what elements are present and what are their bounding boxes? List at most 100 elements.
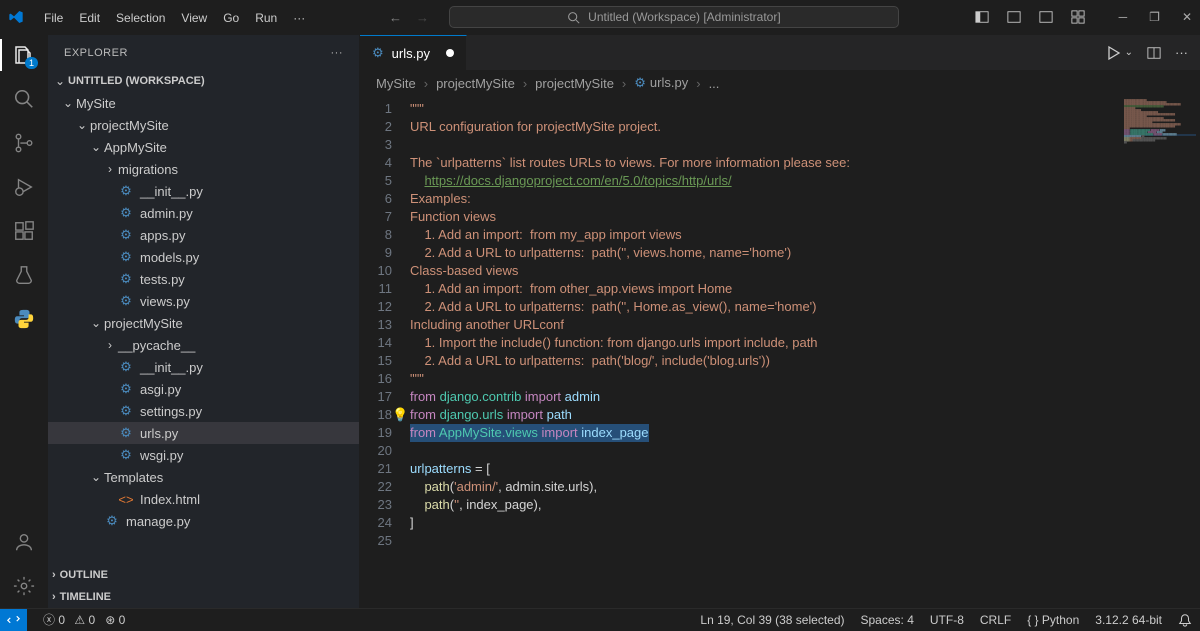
code-line-9[interactable]: 2. Add a URL to urlpatterns: path('', vi… bbox=[410, 244, 1200, 262]
explorer-badge: 1 bbox=[25, 57, 38, 69]
code-line-2[interactable]: URL configuration for projectMySite proj… bbox=[410, 118, 1200, 136]
code-line-12[interactable]: 2. Add a URL to urlpatterns: path('', Ho… bbox=[410, 298, 1200, 316]
code-line-18[interactable]: 💡from django.urls import path bbox=[410, 406, 1200, 424]
code-line-11[interactable]: 1. Add an import: from other_app.views i… bbox=[410, 280, 1200, 298]
breadcrumb-item[interactable]: projectMySite bbox=[535, 76, 614, 91]
code-line-10[interactable]: Class-based views bbox=[410, 262, 1200, 280]
menu-edit[interactable]: Edit bbox=[71, 7, 108, 29]
menu-selection[interactable]: Selection bbox=[108, 7, 173, 29]
notifications-icon[interactable] bbox=[1178, 613, 1192, 627]
layout-panel-bottom-icon[interactable] bbox=[1007, 10, 1021, 24]
tree-item-index-html[interactable]: <>Index.html bbox=[48, 488, 359, 510]
code-line-5[interactable]: https://docs.djangoproject.com/en/5.0/to… bbox=[410, 172, 1200, 190]
menu-view[interactable]: View bbox=[173, 7, 215, 29]
layout-panel-left-icon[interactable] bbox=[975, 10, 989, 24]
explorer-icon[interactable]: 1 bbox=[12, 43, 36, 67]
tree-item-models-py[interactable]: ⚙models.py bbox=[48, 246, 359, 268]
tree-item-admin-py[interactable]: ⚙admin.py bbox=[48, 202, 359, 224]
code-line-15[interactable]: 2. Add a URL to urlpatterns: path('blog/… bbox=[410, 352, 1200, 370]
nav-forward-icon[interactable]: → bbox=[416, 10, 429, 25]
search-sidebar-icon[interactable] bbox=[12, 87, 36, 111]
remote-indicator[interactable] bbox=[0, 609, 27, 631]
code-line-21[interactable]: urlpatterns = [ bbox=[410, 460, 1200, 478]
code-content[interactable]: """URL configuration for projectMySite p… bbox=[410, 96, 1200, 608]
command-center[interactable]: Untitled (Workspace) [Administrator] bbox=[449, 6, 899, 28]
menu-run[interactable]: Run bbox=[247, 7, 285, 29]
code-line-3[interactable] bbox=[410, 136, 1200, 154]
menu-···[interactable]: ··· bbox=[285, 7, 313, 29]
tree-item-settings-py[interactable]: ⚙settings.py bbox=[48, 400, 359, 422]
breadcrumb-item[interactable]: MySite bbox=[376, 76, 416, 91]
window-minimize-icon[interactable]: ─ bbox=[1119, 10, 1128, 24]
tree-item-tests-py[interactable]: ⚙tests.py bbox=[48, 268, 359, 290]
run-debug-icon[interactable] bbox=[12, 175, 36, 199]
encoding[interactable]: UTF-8 bbox=[930, 613, 964, 627]
code-line-14[interactable]: 1. Import the include() function: from d… bbox=[410, 334, 1200, 352]
source-control-icon[interactable] bbox=[12, 131, 36, 155]
editor-more-icon[interactable]: ··· bbox=[1175, 45, 1188, 60]
indentation[interactable]: Spaces: 4 bbox=[861, 613, 914, 627]
tree-item-views-py[interactable]: ⚙views.py bbox=[48, 290, 359, 312]
problems-indicator[interactable]: ⓧ 0 ⚠ 0 bbox=[43, 611, 95, 628]
menu-file[interactable]: File bbox=[36, 7, 71, 29]
timeline-section[interactable]: ›TIMELINE bbox=[48, 586, 359, 608]
code-line-16[interactable]: """ bbox=[410, 370, 1200, 388]
code-line-20[interactable] bbox=[410, 442, 1200, 460]
tree-item---init---py[interactable]: ⚙__init__.py bbox=[48, 356, 359, 378]
tree-item-wsgi-py[interactable]: ⚙wsgi.py bbox=[48, 444, 359, 466]
minimap[interactable]: ████████████████████████████████████████… bbox=[1120, 96, 1200, 608]
sidebar-more-icon[interactable]: ··· bbox=[331, 47, 344, 59]
code-line-25[interactable] bbox=[410, 532, 1200, 550]
eol[interactable]: CRLF bbox=[980, 613, 1011, 627]
tree-item-templates[interactable]: ⌄Templates bbox=[48, 466, 359, 488]
tree-item-appmysite[interactable]: ⌄AppMySite bbox=[48, 136, 359, 158]
code-line-22[interactable]: path('admin/', admin.site.urls), bbox=[410, 478, 1200, 496]
tree-item---init---py[interactable]: ⚙__init__.py bbox=[48, 180, 359, 202]
code-line-7[interactable]: Function views bbox=[410, 208, 1200, 226]
breadcrumbs[interactable]: MySite›projectMySite›projectMySite›⚙urls… bbox=[360, 70, 1200, 96]
accounts-icon[interactable] bbox=[12, 530, 36, 554]
code-line-17[interactable]: from django.contrib import admin bbox=[410, 388, 1200, 406]
window-close-icon[interactable]: ✕ bbox=[1182, 10, 1192, 24]
settings-gear-icon[interactable] bbox=[12, 574, 36, 598]
ports-indicator[interactable]: ⊛ 0 bbox=[105, 613, 125, 627]
code-line-24[interactable]: ] bbox=[410, 514, 1200, 532]
tree-item-projectmysite[interactable]: ⌄projectMySite bbox=[48, 114, 359, 136]
code-line-13[interactable]: Including another URLconf bbox=[410, 316, 1200, 334]
breadcrumb-item[interactable]: ⚙urls.py bbox=[634, 75, 688, 91]
tab-urls-py[interactable]: ⚙ urls.py bbox=[360, 35, 467, 70]
code-line-1[interactable]: """ bbox=[410, 100, 1200, 118]
testing-icon[interactable] bbox=[12, 263, 36, 287]
breadcrumb-item[interactable]: projectMySite bbox=[436, 76, 515, 91]
customize-layout-icon[interactable] bbox=[1071, 10, 1085, 24]
tree-item-projectmysite[interactable]: ⌄projectMySite bbox=[48, 312, 359, 334]
language-mode[interactable]: { } Python bbox=[1027, 613, 1079, 627]
extensions-icon[interactable] bbox=[12, 219, 36, 243]
run-dropdown-icon[interactable]: ⌄ bbox=[1125, 47, 1133, 58]
tree-item-urls-py[interactable]: ⚙urls.py bbox=[48, 422, 359, 444]
run-file-icon[interactable] bbox=[1105, 45, 1121, 61]
split-editor-icon[interactable] bbox=[1147, 46, 1161, 60]
code-line-19[interactable]: from AppMySite.views import index_page bbox=[410, 424, 1200, 442]
code-line-8[interactable]: 1. Add an import: from my_app import vie… bbox=[410, 226, 1200, 244]
nav-back-icon[interactable]: ← bbox=[389, 10, 402, 25]
outline-section[interactable]: ›OUTLINE bbox=[48, 564, 359, 586]
workspace-root[interactable]: ⌄ UNTITLED (WORKSPACE) bbox=[48, 70, 359, 92]
tree-item-apps-py[interactable]: ⚙apps.py bbox=[48, 224, 359, 246]
python-env-icon[interactable] bbox=[12, 307, 36, 331]
window-maximize-icon[interactable]: ❐ bbox=[1149, 10, 1160, 24]
code-line-23[interactable]: path('', index_page), bbox=[410, 496, 1200, 514]
layout-panel-right-icon[interactable] bbox=[1039, 10, 1053, 24]
python-interpreter[interactable]: 3.12.2 64-bit bbox=[1095, 613, 1162, 627]
tree-item-manage-py[interactable]: ⚙manage.py bbox=[48, 510, 359, 532]
breadcrumb-item[interactable]: ... bbox=[709, 76, 720, 91]
tree-item-asgi-py[interactable]: ⚙asgi.py bbox=[48, 378, 359, 400]
cursor-position[interactable]: Ln 19, Col 39 (38 selected) bbox=[700, 613, 844, 627]
code-line-4[interactable]: The `urlpatterns` list routes URLs to vi… bbox=[410, 154, 1200, 172]
tree-item-migrations[interactable]: ›migrations bbox=[48, 158, 359, 180]
code-line-6[interactable]: Examples: bbox=[410, 190, 1200, 208]
tree-item---pycache--[interactable]: ›__pycache__ bbox=[48, 334, 359, 356]
menu-go[interactable]: Go bbox=[215, 7, 247, 29]
tree-item-mysite[interactable]: ⌄MySite bbox=[48, 92, 359, 114]
code-editor[interactable]: 1234567891011121314151617181920212223242… bbox=[360, 96, 1200, 608]
